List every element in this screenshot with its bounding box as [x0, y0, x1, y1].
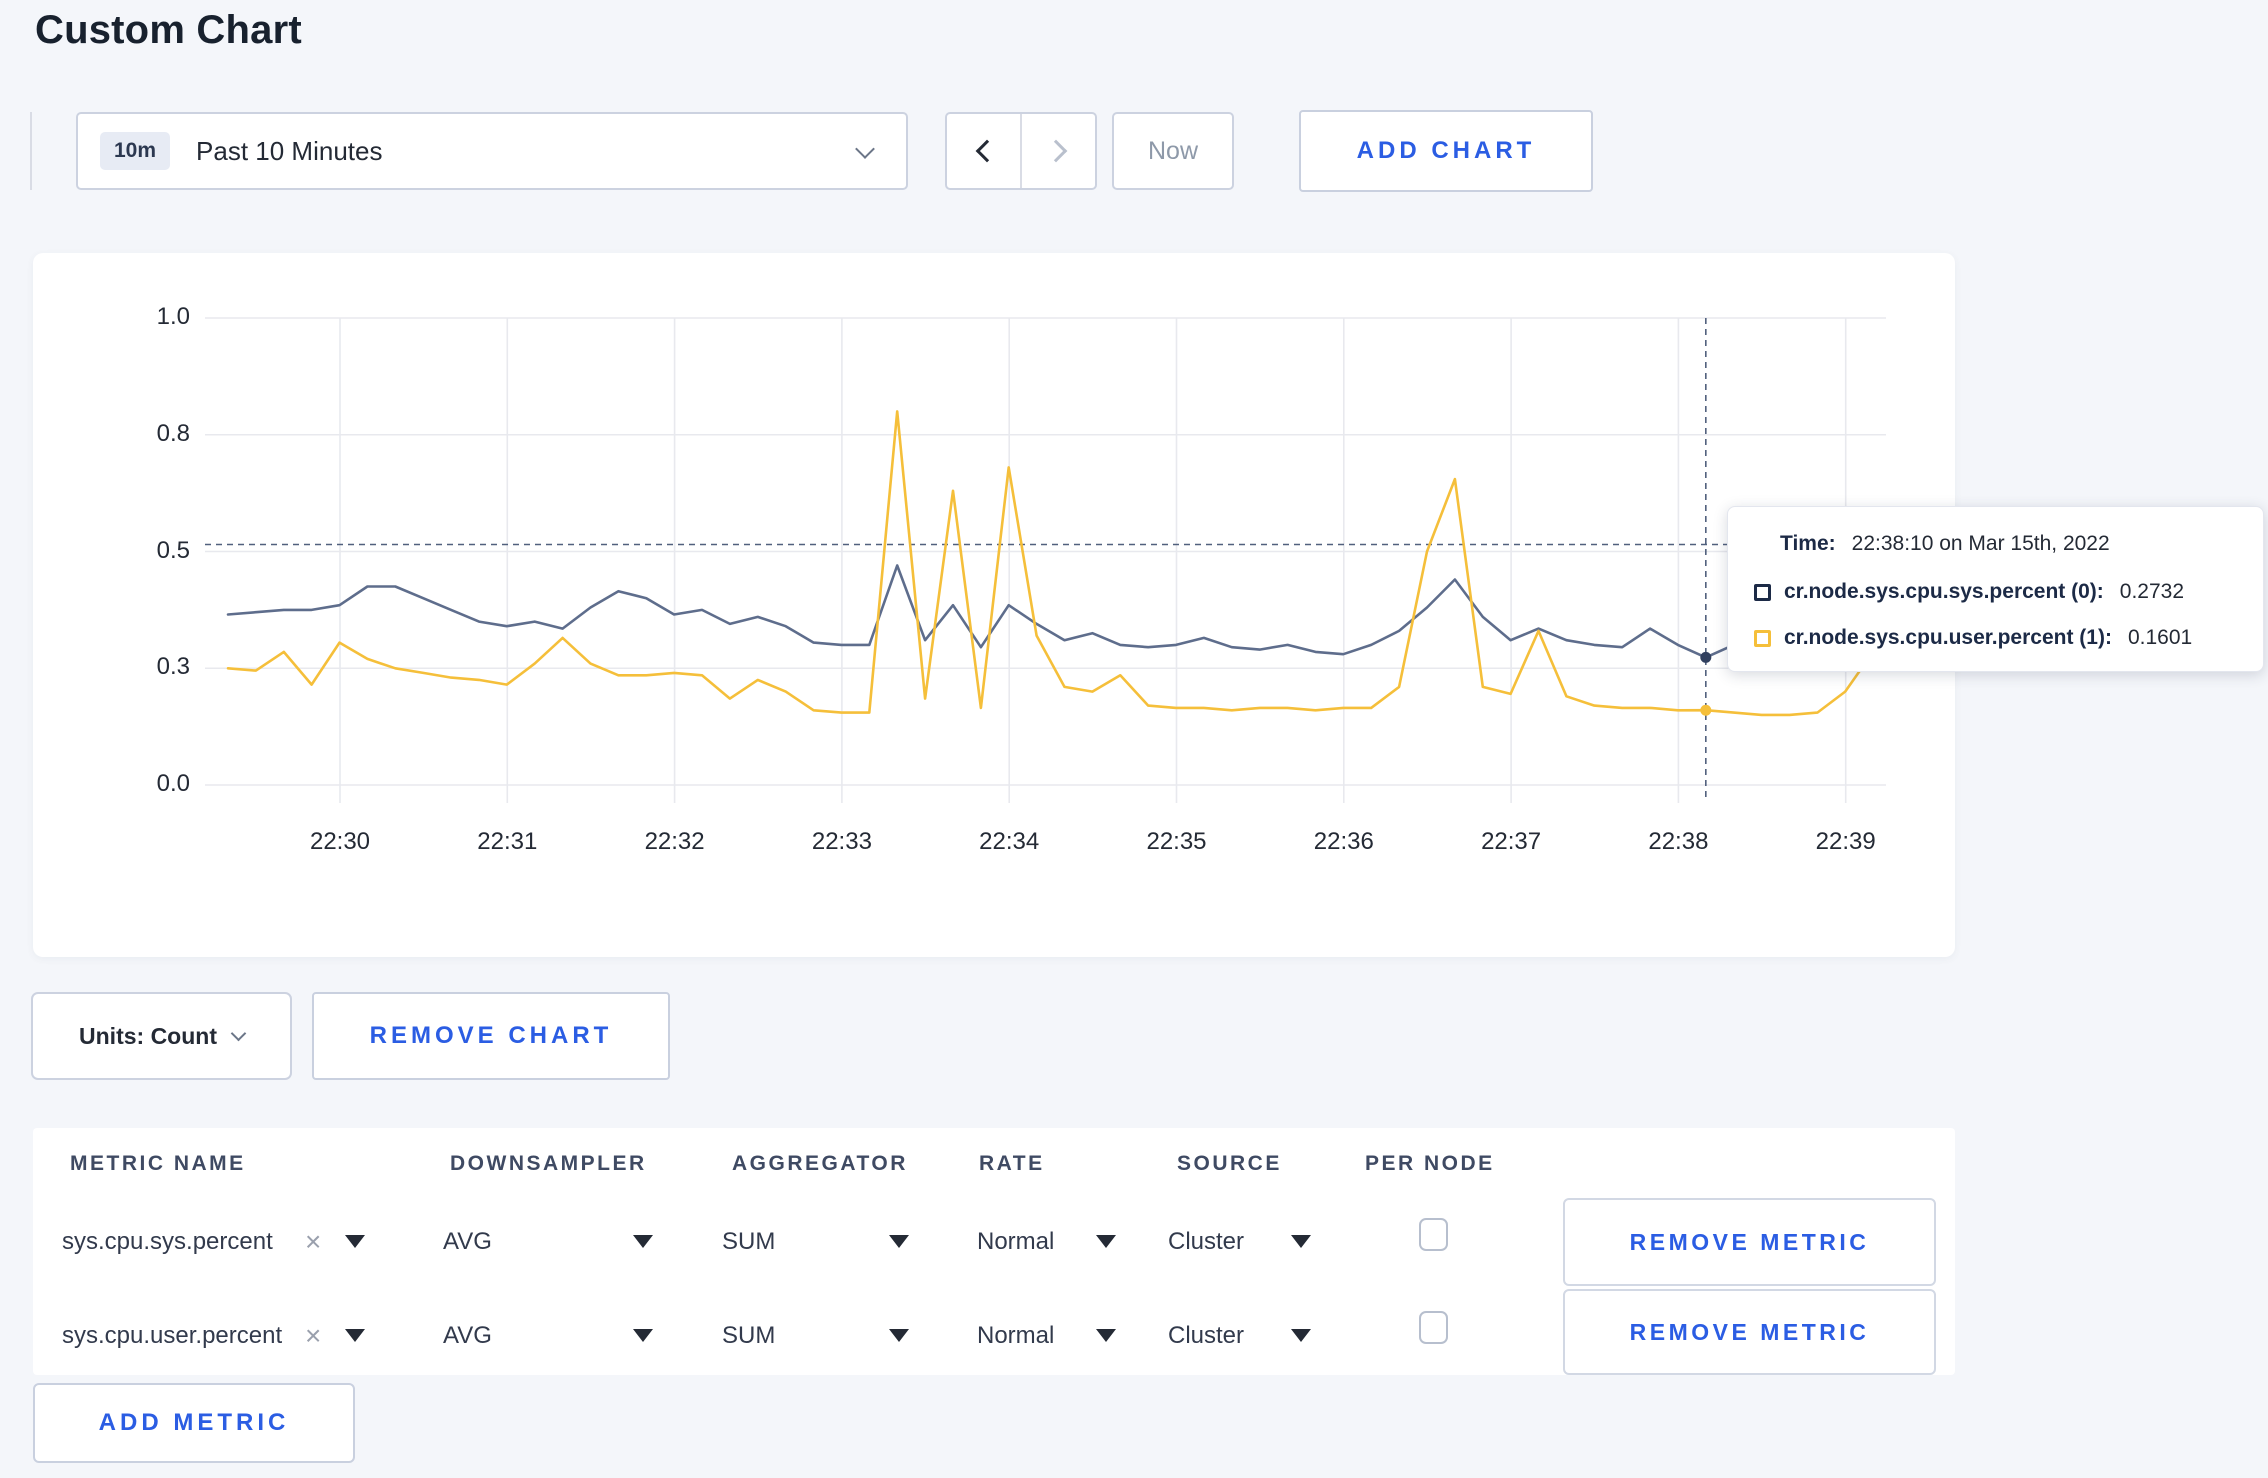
- x-tick-label: 22:33: [811, 828, 872, 855]
- time-window-label: Past 10 Minutes: [196, 135, 383, 166]
- add-metric-button[interactable]: ADD METRIC: [33, 1383, 355, 1463]
- downsampler-dropdown-arrow-icon[interactable]: [633, 1329, 653, 1342]
- crosshair-dot-0: [1700, 651, 1712, 663]
- source-select[interactable]: Cluster: [1168, 1228, 1244, 1256]
- units-dropdown[interactable]: Units: Count: [31, 992, 292, 1080]
- source-dropdown-arrow-icon[interactable]: [1291, 1329, 1311, 1342]
- series-line-0: [226, 564, 1886, 659]
- y-tick-label: 0.3: [156, 653, 190, 681]
- tooltip-series-sys-value: 0.2732: [2119, 580, 2185, 603]
- tooltip-series-sys-label: cr.node.sys.cpu.sys.percent (0):: [1784, 580, 2104, 603]
- series-user-swatch-icon: [1754, 629, 1771, 647]
- y-tick-label: 0.5: [156, 536, 190, 564]
- next-time-button[interactable]: [1020, 114, 1095, 188]
- source-dropdown-arrow-icon[interactable]: [1291, 1235, 1311, 1248]
- per-node-checkbox[interactable]: [1419, 1311, 1448, 1344]
- x-tick-label: 22:35: [1146, 828, 1207, 855]
- downsampler-select[interactable]: AVG: [443, 1228, 492, 1256]
- units-label: Units: Count: [79, 1022, 217, 1049]
- time-window-badge: 10m: [100, 132, 171, 170]
- tooltip-series-user-value: 0.1601: [2127, 626, 2193, 649]
- header-source: SOURCE: [1177, 1152, 1282, 1175]
- rate-select[interactable]: Normal: [977, 1228, 1054, 1256]
- rate-select[interactable]: Normal: [977, 1322, 1054, 1350]
- x-tick-label: 22:39: [1815, 828, 1876, 855]
- remove-metric-button[interactable]: REMOVE METRIC: [1563, 1198, 1936, 1286]
- remove-chart-button[interactable]: REMOVE CHART: [312, 992, 670, 1080]
- clear-metric-icon[interactable]: ×: [305, 1322, 321, 1350]
- header-downsampler: DOWNSAMPLER: [450, 1152, 647, 1175]
- source-select[interactable]: Cluster: [1168, 1322, 1244, 1350]
- series-line-1: [226, 410, 1886, 717]
- metric-dropdown-arrow-icon[interactable]: [345, 1235, 365, 1248]
- x-tick-label: 22:36: [1313, 828, 1374, 855]
- tooltip-time-value: 22:38:10 on Mar 15th, 2022: [1851, 532, 2110, 555]
- x-tick-label: 22:37: [1481, 828, 1542, 855]
- header-per-node: PER NODE: [1365, 1152, 1495, 1175]
- y-tick-label: 0.0: [156, 770, 190, 797]
- x-tick-label: 22:32: [644, 828, 705, 855]
- time-nav-arrows: [945, 112, 1097, 190]
- downsampler-select[interactable]: AVG: [443, 1322, 492, 1350]
- header-aggregator: AGGREGATOR: [732, 1152, 908, 1175]
- aggregator-select[interactable]: SUM: [722, 1228, 775, 1256]
- prev-time-button[interactable]: [947, 114, 1020, 188]
- metric-dropdown-arrow-icon[interactable]: [345, 1329, 365, 1342]
- remove-metric-button[interactable]: REMOVE METRIC: [1563, 1289, 1936, 1375]
- aggregator-dropdown-arrow-icon[interactable]: [889, 1329, 909, 1342]
- crosshair-dot-1: [1700, 704, 1712, 716]
- series-sys-swatch-icon: [1754, 583, 1771, 601]
- now-button[interactable]: Now: [1112, 112, 1234, 190]
- header-metric-name: METRIC NAME: [70, 1152, 246, 1175]
- page-title: Custom Chart: [35, 8, 302, 52]
- downsampler-dropdown-arrow-icon[interactable]: [633, 1235, 653, 1248]
- chevron-left-icon: [975, 139, 998, 163]
- custom-chart-page: Custom Chart 10m Past 10 Minutes Now ADD…: [0, 0, 2268, 1478]
- chart-card[interactable]: 0.0 0.3 0.5 0.8 1.0 22:30 22:31 22:32 22:33 22:3…: [33, 253, 1955, 957]
- time-window-dropdown[interactable]: 10m Past 10 Minutes: [76, 112, 908, 190]
- controls-left-divider: [30, 112, 32, 190]
- tooltip-series-user-label: cr.node.sys.cpu.user.percent (1):: [1784, 626, 2112, 649]
- rate-dropdown-arrow-icon[interactable]: [1096, 1329, 1116, 1342]
- chart-tooltip: Time: 22:38:10 on Mar 15th, 2022 cr.node…: [1727, 506, 2264, 672]
- clear-metric-icon[interactable]: ×: [305, 1228, 321, 1256]
- x-tick-label: 22:31: [477, 828, 538, 855]
- per-node-checkbox[interactable]: [1419, 1218, 1448, 1251]
- chevron-down-icon: [230, 1025, 247, 1041]
- y-tick-label: 1.0: [156, 303, 190, 330]
- x-tick-label: 22:38: [1648, 828, 1709, 855]
- metric-name-select[interactable]: sys.cpu.user.percent: [62, 1322, 282, 1350]
- add-chart-button[interactable]: ADD CHART: [1299, 110, 1593, 192]
- chevron-right-icon: [1044, 139, 1067, 163]
- y-tick-label: 0.8: [156, 419, 190, 447]
- x-tick-label: 22:34: [979, 828, 1040, 855]
- rate-dropdown-arrow-icon[interactable]: [1096, 1235, 1116, 1248]
- metric-name-select[interactable]: sys.cpu.sys.percent: [62, 1228, 273, 1256]
- x-tick-label: 22:30: [309, 828, 371, 855]
- chevron-down-icon: [855, 139, 875, 159]
- tooltip-time-label: Time:: [1780, 532, 1836, 555]
- aggregator-dropdown-arrow-icon[interactable]: [889, 1235, 909, 1248]
- header-rate: RATE: [979, 1152, 1045, 1175]
- aggregator-select[interactable]: SUM: [722, 1322, 775, 1350]
